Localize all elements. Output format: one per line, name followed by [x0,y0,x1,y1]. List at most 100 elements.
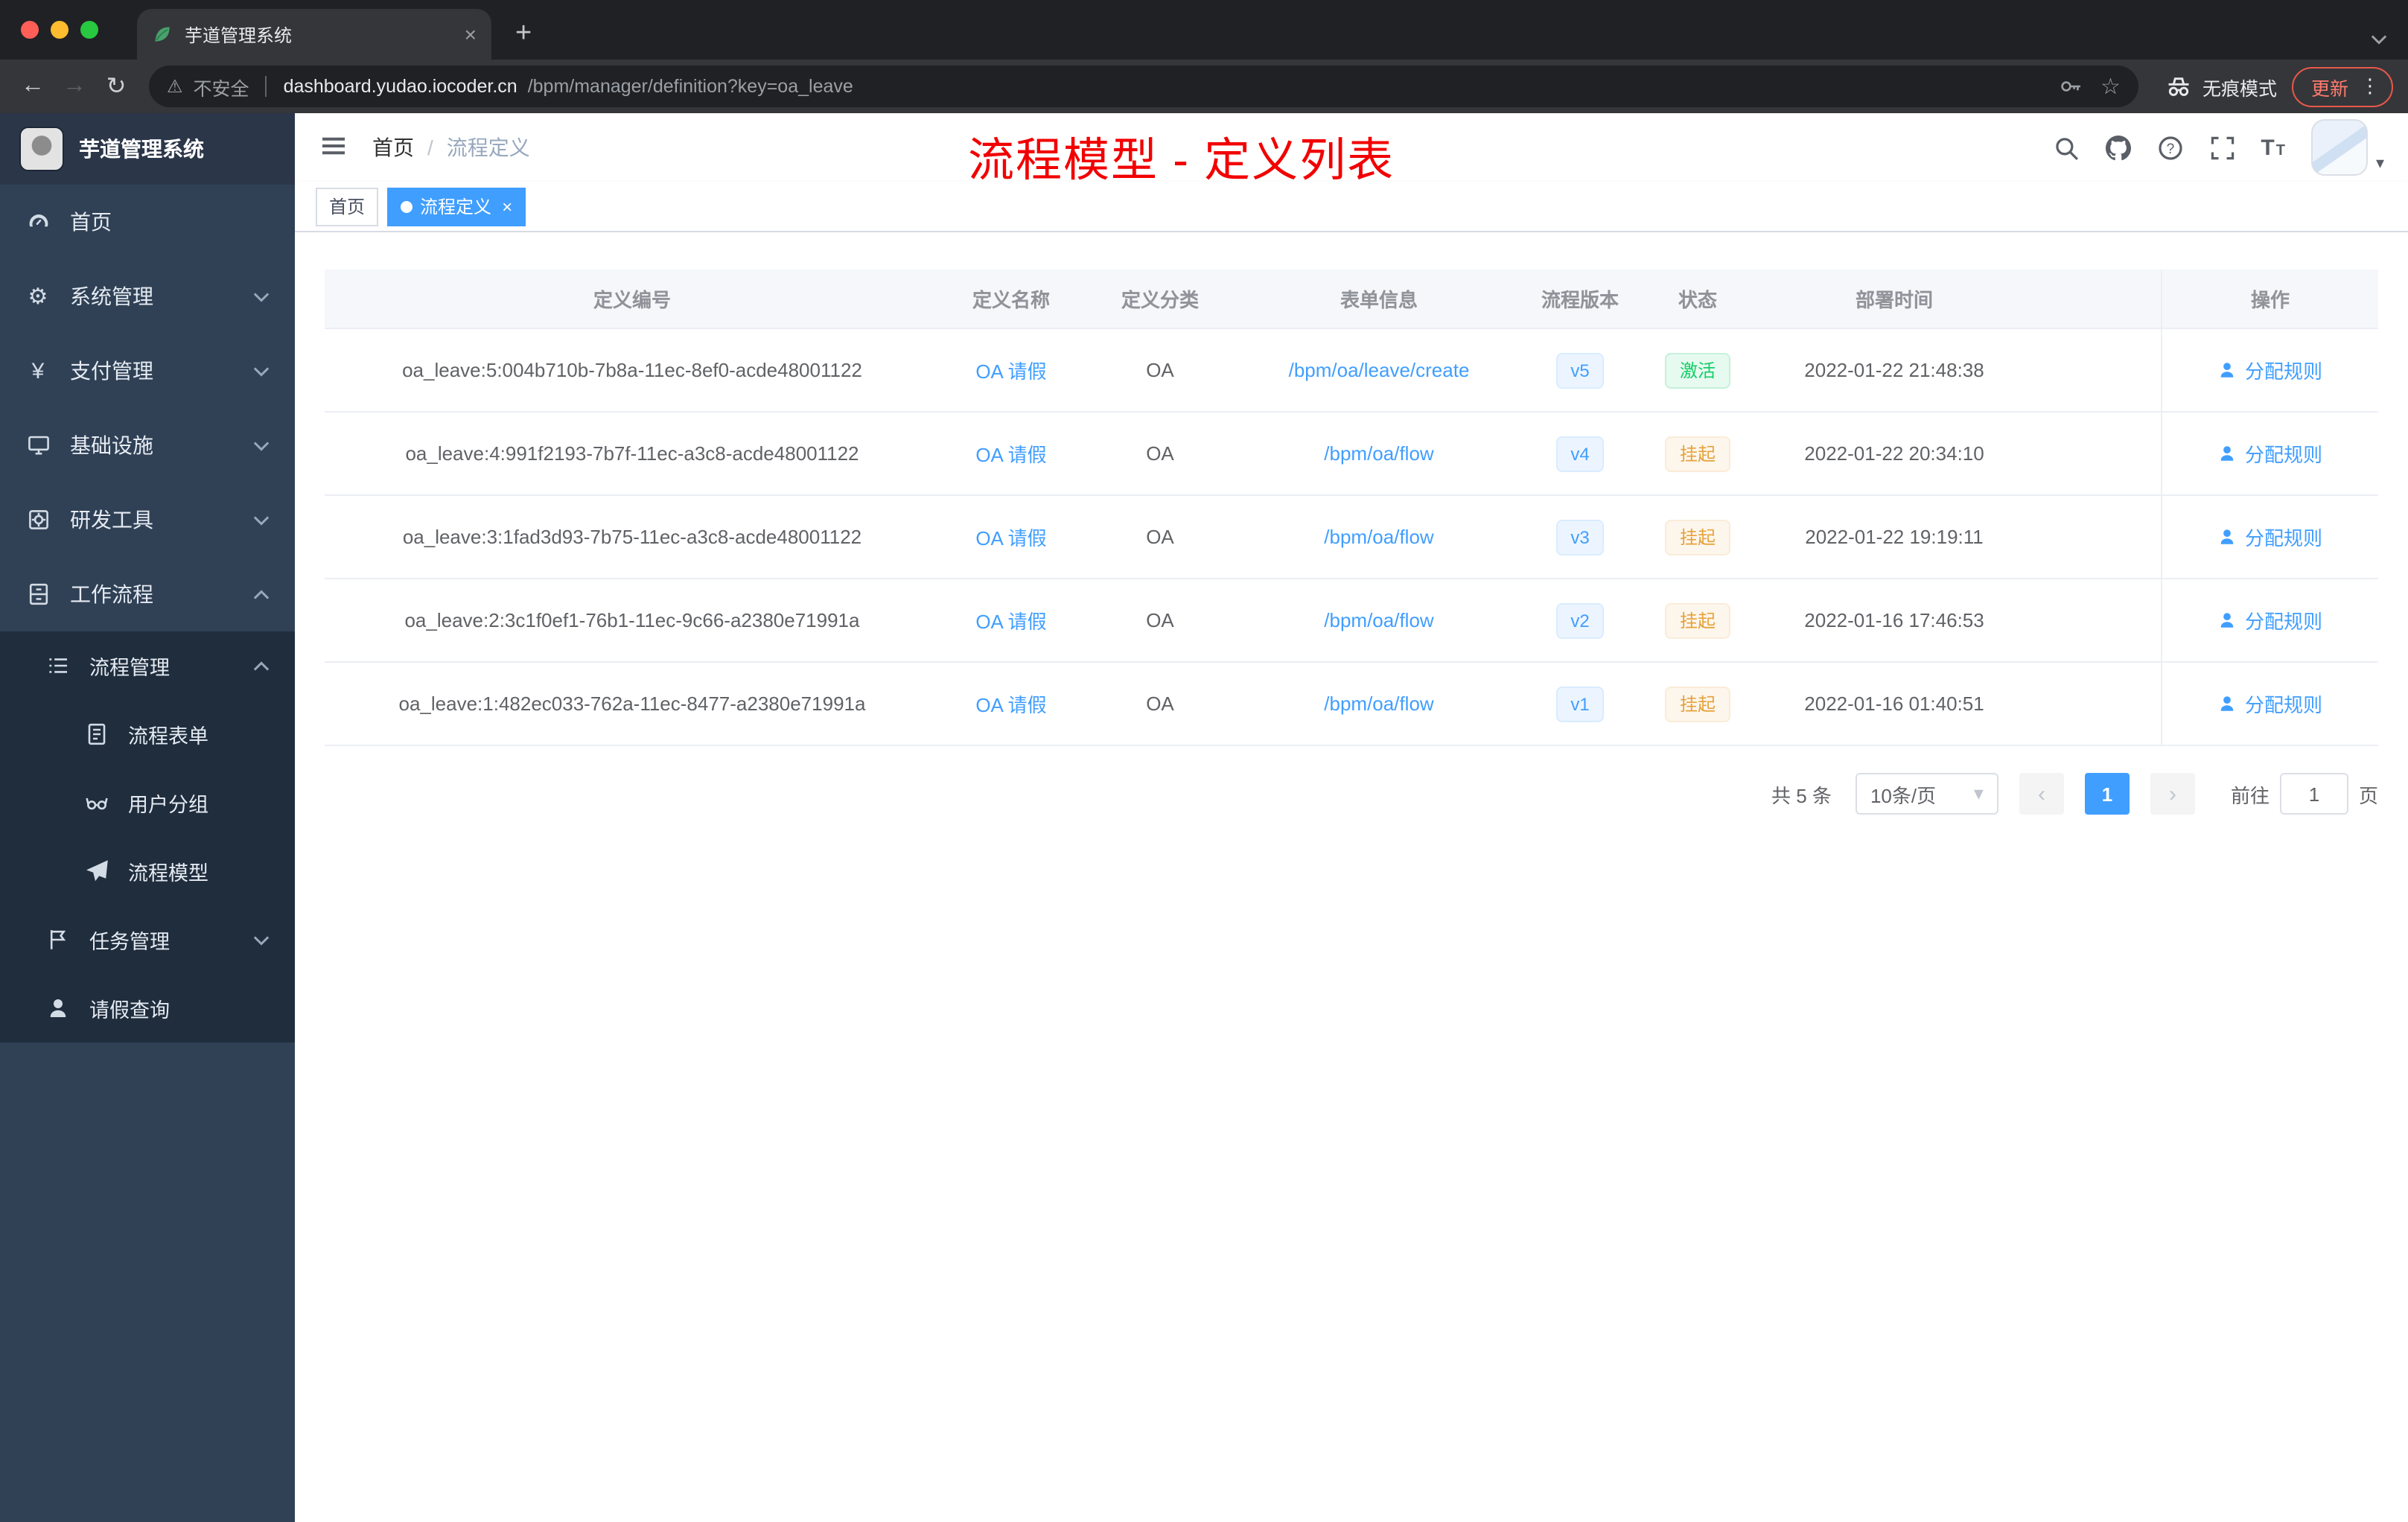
status-badge: 挂起 [1664,436,1730,471]
bookmark-star-icon[interactable]: ☆ [2100,73,2121,100]
navbar-actions: ? TT ▾ [2052,119,2384,176]
definition-category-cell: OA [1146,359,1174,381]
assign-rule-link[interactable]: 分配规则 [2161,579,2378,661]
row-spacer [2033,579,2161,661]
help-icon[interactable]: ? [2156,134,2183,161]
person-icon [2221,696,2235,711]
page-unit-label: 页 [2358,784,2378,806]
sidebar-item-label: 工作流程 [70,582,153,606]
table-row: oa_leave:5:004b710b-7b8a-11ec-8ef0-acde4… [325,329,2378,413]
sidebar-item-payment-management[interactable]: ¥ 支付管理 [0,334,295,408]
font-size-icon[interactable]: TT [2261,135,2287,160]
close-window-button[interactable] [21,21,39,39]
minimize-window-button[interactable] [51,21,69,39]
current-page-button[interactable]: 1 [2084,773,2130,815]
active-tag-dot [401,200,413,212]
definition-name-link[interactable]: OA 请假 [940,663,1083,745]
form-info-link[interactable]: /bpm/oa/leave/create [1238,329,1520,411]
person-icon [2221,446,2235,461]
key-icon[interactable] [2059,74,2083,98]
sidebar-item-process-management[interactable]: 流程管理 [0,631,295,700]
sidebar-item-leave-query[interactable]: 请假查询 [0,974,295,1042]
sidebar-item-label: 请假查询 [89,999,170,1022]
sidebar-item-label: 流程管理 [89,657,170,679]
sidebar-item-process-model[interactable]: 流程模型 [0,837,295,905]
tag-close-icon[interactable]: × [502,196,512,217]
status-badge: 挂起 [1664,686,1730,722]
definition-id-cell: oa_leave:4:991f2193-7b7f-11ec-a3c8-acde4… [405,442,859,465]
assign-rule-link[interactable]: 分配规则 [2161,329,2378,411]
sidebar-item-system-management[interactable]: ⚙ 系统管理 [0,259,295,334]
hamburger-icon[interactable] [319,131,351,164]
sidebar-item-workflow[interactable]: 工作流程 [0,557,295,631]
process-management-submenu: 流程表单 用户分组 流程模型 [0,700,295,905]
row-spacer [2033,496,2161,578]
user-group-icon [83,790,109,815]
update-chrome-button[interactable]: 更新 ⋮ [2291,66,2393,106]
incognito-label: 无痕模式 [2202,78,2277,99]
reload-button[interactable]: ↻ [95,66,137,107]
sidebar-item-infrastructure[interactable]: 基础设施 [0,408,295,483]
sidebar-item-home[interactable]: 首页 [0,185,295,259]
omnibox-separator [265,76,267,97]
not-secure-warning-icon: ⚠ [167,76,183,97]
prev-page-button[interactable]: ‹ [2019,773,2064,815]
deploy-time-cell: 2022-01-16 17:46:53 [1804,609,1984,631]
goto-page-input[interactable] [2279,773,2348,815]
sidebar-item-label: 系统管理 [70,284,153,308]
user-menu[interactable]: ▾ [2311,119,2384,176]
search-icon[interactable] [2052,134,2079,161]
assign-rule-link[interactable]: 分配规则 [2161,413,2378,494]
sidebar-item-task-management[interactable]: 任务管理 [0,905,295,974]
app: 芋道管理系统 首页 ⚙ 系统管理 ¥ 支付管理 基础设施 研发工具 工作流程 流… [0,113,2408,1522]
goto-page: 前往 页 [2231,773,2378,815]
sidebar-item-devtools[interactable]: 研发工具 [0,483,295,557]
sidebar-logo[interactable]: 芋道管理系统 [0,113,295,185]
screen: 芋道管理系统 × + ← → ↻ ⚠ 不安全 dashboard.yudao.i… [0,0,2408,1522]
chevron-down-icon [253,515,270,525]
form-info-link[interactable]: /bpm/oa/flow [1238,413,1520,494]
incognito-badge: 无痕模式 [2165,72,2277,101]
sidebar-item-label: 研发工具 [70,508,153,532]
sidebar-item-user-group[interactable]: 用户分组 [0,768,295,837]
page-size-select[interactable]: 10条/页 ▾ [1855,773,1998,815]
chevron-up-icon [253,660,270,671]
zoom-window-button[interactable] [80,21,98,39]
assign-rule-link[interactable]: 分配规则 [2161,496,2378,578]
browser-tab[interactable]: 芋道管理系统 × [137,9,491,60]
fullscreen-icon[interactable] [2208,134,2235,161]
forward-button[interactable]: → [54,66,95,107]
new-tab-button[interactable]: + [515,18,532,51]
devtools-icon [25,507,51,532]
definition-name-link[interactable]: OA 请假 [940,579,1083,661]
address-bar[interactable]: ⚠ 不安全 dashboard.yudao.iocoder.cn/bpm/man… [149,66,2138,107]
pagination: 共 5 条 10条/页 ▾ ‹ 1 › 前往 页 [325,773,2378,815]
definition-name-link[interactable]: OA 请假 [940,413,1083,494]
github-icon[interactable] [2104,134,2131,161]
chevron-down-icon [253,934,270,945]
definition-name-link[interactable]: OA 请假 [940,329,1083,411]
tab-title: 芋道管理系统 [185,25,293,45]
browser-menu-icon[interactable]: ⋮ [2360,74,2380,98]
avatar[interactable] [2311,119,2369,176]
sidebar-item-process-form[interactable]: 流程表单 [0,700,295,768]
tag-home[interactable]: 首页 [316,187,379,226]
security-label: 不安全 [193,78,249,99]
deploy-time-cell: 2022-01-22 19:19:11 [1805,526,1984,548]
next-page-button[interactable]: › [2150,773,2195,815]
back-button[interactable]: ← [12,66,54,107]
breadcrumb-home[interactable]: 首页 [372,133,414,162]
tab-search-chevron-icon[interactable] [2371,34,2387,45]
table-row: oa_leave:3:1fad3d93-7b75-11ec-a3c8-acde4… [325,496,2378,579]
form-info-link[interactable]: /bpm/oa/flow [1238,579,1520,661]
paper-plane-icon [83,859,109,884]
page-content: 定义编号 定义名称 定义分类 表单信息 流程版本 状态 部署时间 操作 oa_l… [295,232,2408,1522]
definition-name-link[interactable]: OA 请假 [940,496,1083,578]
tag-process-definition[interactable]: 流程定义 × [387,187,526,226]
version-badge: v1 [1520,663,1640,745]
form-info-link[interactable]: /bpm/oa/flow [1238,663,1520,745]
form-info-link[interactable]: /bpm/oa/flow [1238,496,1520,578]
definition-id-cell: oa_leave:5:004b710b-7b8a-11ec-8ef0-acde4… [402,359,862,381]
tab-close-icon[interactable]: × [465,22,477,46]
assign-rule-link[interactable]: 分配规则 [2161,663,2378,745]
